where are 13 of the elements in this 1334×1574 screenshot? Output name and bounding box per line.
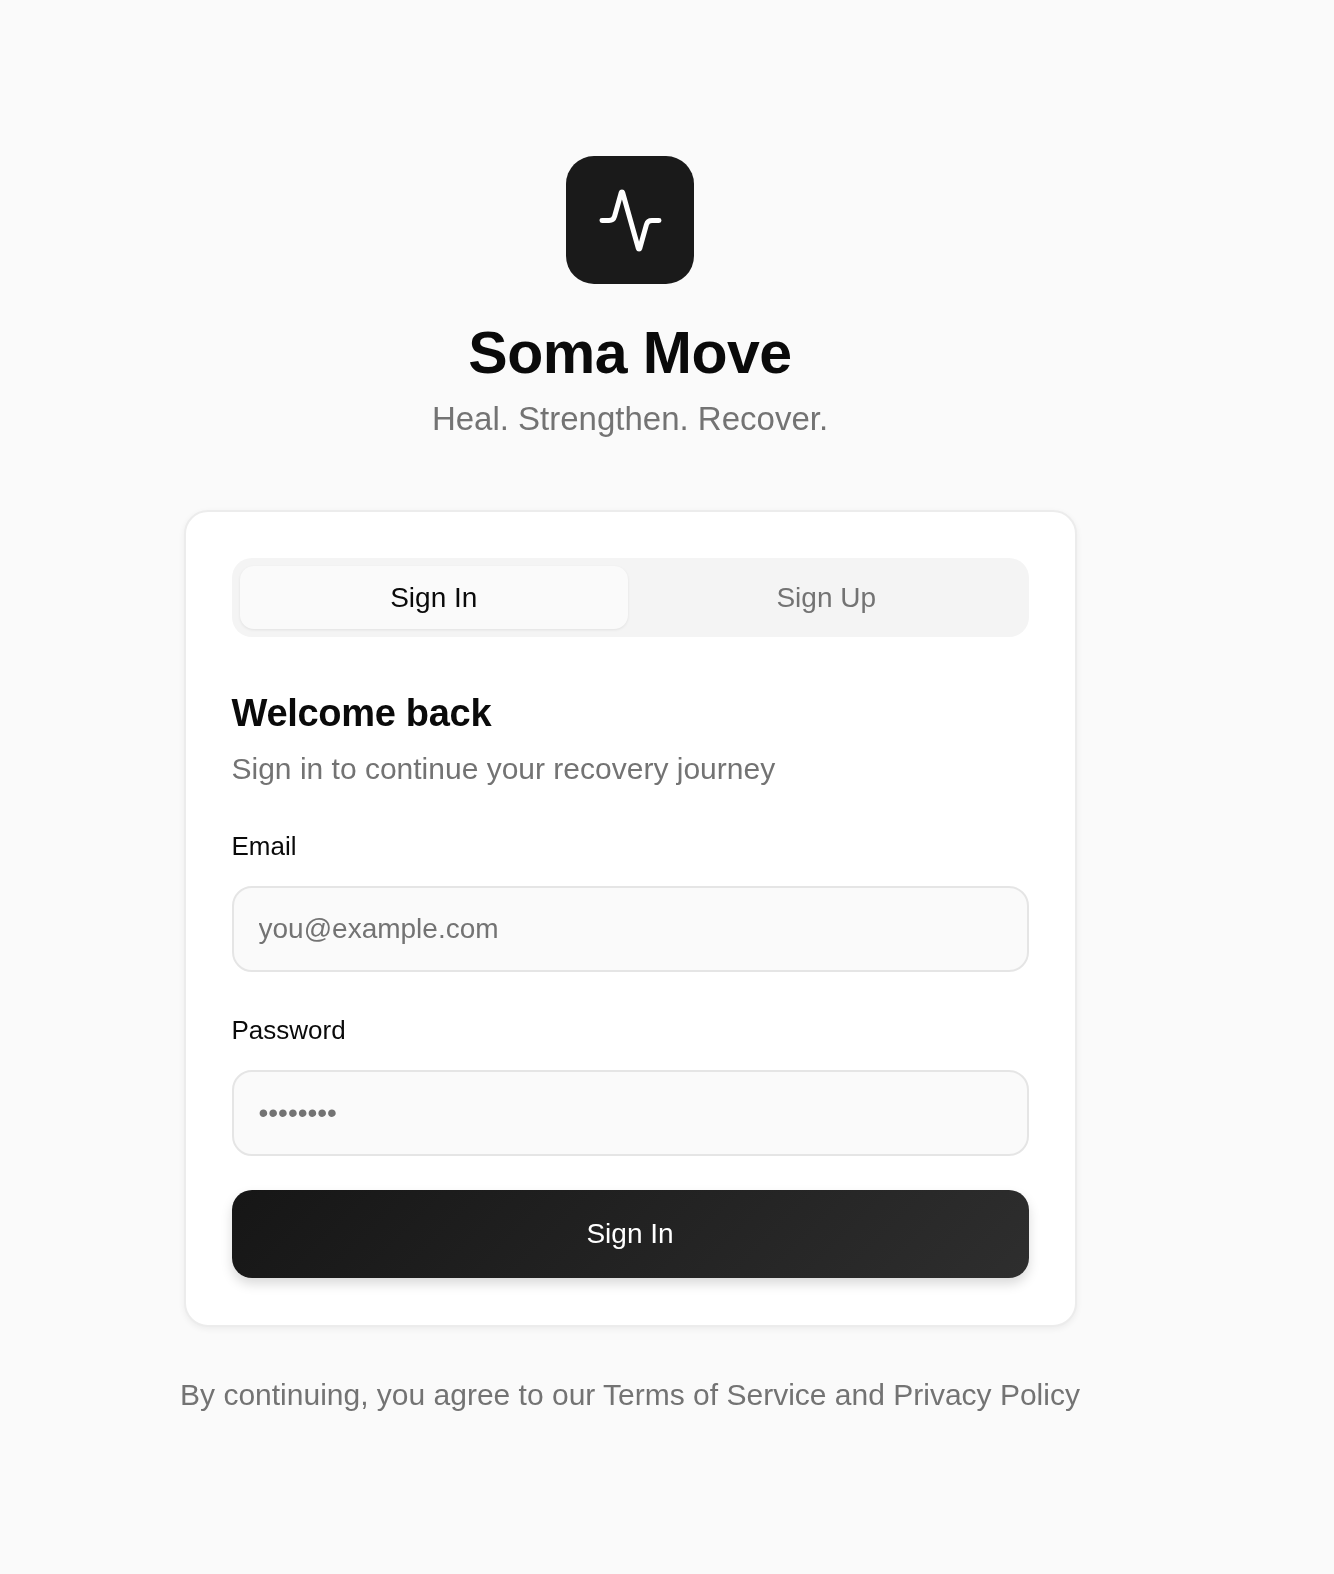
form-subheading: Sign in to continue your recovery journey xyxy=(231,751,777,787)
email-field[interactable]: you@example.com xyxy=(231,886,1029,972)
field-label: Password xyxy=(231,1014,347,1047)
field-label: Email xyxy=(231,830,298,863)
tab[interactable]: Sign Up xyxy=(632,566,1021,629)
tab[interactable]: Sign In xyxy=(239,566,628,629)
sign-in-button[interactable]: Sign In xyxy=(231,1190,1029,1278)
terms-notice: By continuing, you agree to our Terms of Service and Privacy Policy xyxy=(180,1377,1080,1413)
password-field[interactable]: •••••••• xyxy=(231,1070,1029,1156)
pulse-icon xyxy=(566,156,694,284)
app-title: Soma Move xyxy=(468,319,792,388)
app-tagline: Heal. Strengthen. Recover. xyxy=(431,399,829,439)
form-heading: Welcome back xyxy=(231,691,493,736)
